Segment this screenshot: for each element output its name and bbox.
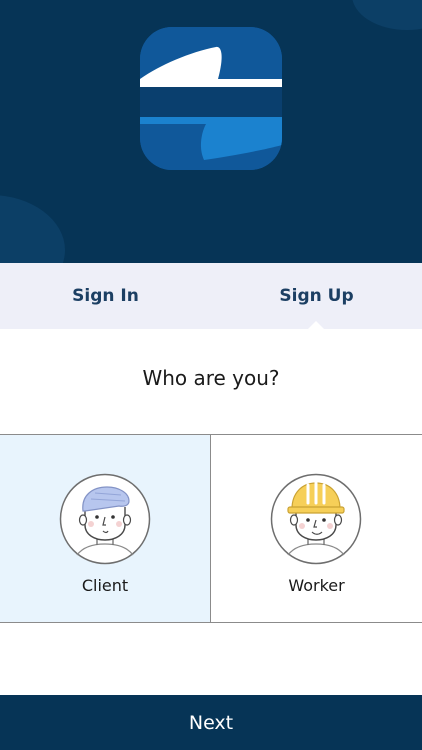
role-label-client: Client — [81, 576, 129, 595]
role-option-client[interactable]: Client — [0, 435, 211, 622]
role-selector: Client Worker — [0, 434, 422, 623]
page-title: Who are you? — [142, 366, 280, 390]
tab-sign-up[interactable]: Sign Up — [211, 263, 422, 329]
active-tab-indicator — [308, 321, 324, 329]
app-header — [0, 0, 422, 263]
auth-tab-bar: Sign In Sign Up — [0, 263, 422, 329]
tab-sign-in[interactable]: Sign In — [0, 263, 211, 329]
role-option-worker[interactable]: Worker — [211, 435, 422, 622]
role-label-worker: Worker — [288, 576, 345, 595]
app-logo-icon — [140, 27, 282, 170]
decorative-blob — [0, 195, 65, 263]
decorative-blob — [352, 0, 422, 30]
worker-avatar-icon — [270, 473, 362, 565]
client-avatar-icon — [59, 473, 151, 565]
next-button[interactable]: Next — [0, 695, 422, 750]
